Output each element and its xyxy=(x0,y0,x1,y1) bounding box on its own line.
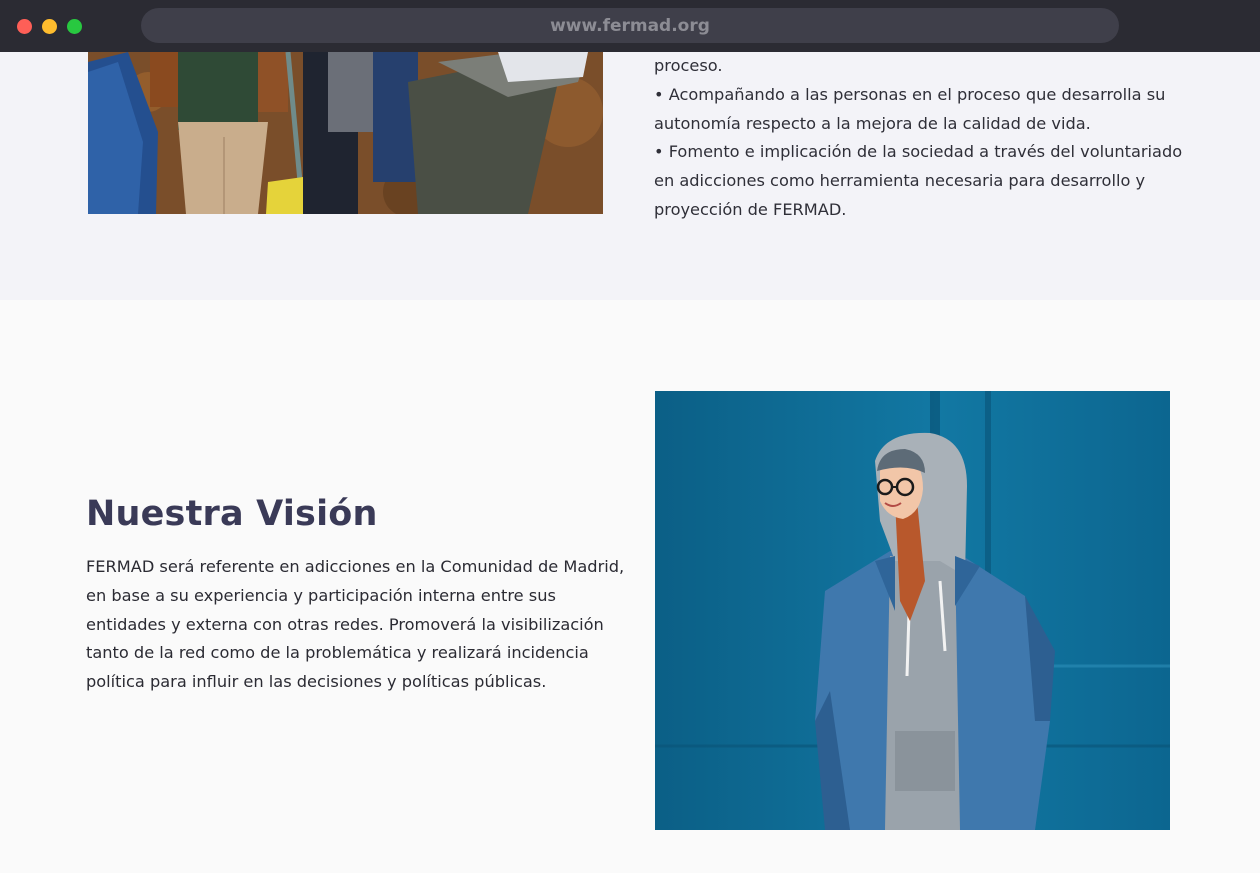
mission-text: proceso. • Acompañando a las personas en… xyxy=(654,52,1183,225)
vision-line: política para influir en las decisiones … xyxy=(86,672,547,692)
vision-line: en base a su experiencia y participación… xyxy=(86,585,556,605)
vision-line: FERMAD será referente en adicciones en l… xyxy=(86,557,625,576)
vision-line: entidades y externa con otras redes. Pro… xyxy=(86,614,604,634)
maximize-window-button[interactable] xyxy=(67,19,82,34)
vision-photo xyxy=(655,391,1170,830)
address-bar[interactable]: www.fermad.org xyxy=(141,8,1119,43)
mission-line: • Fomento e implicación de la sociedad a… xyxy=(654,142,1183,162)
vision-line: tanto de la red como de la problemática … xyxy=(86,643,589,663)
address-bar-url: www.fermad.org xyxy=(550,15,710,36)
mission-line: autonomía respecto a la mejora de la cal… xyxy=(654,113,1091,133)
vision-text: FERMAD será referente en adicciones en l… xyxy=(86,553,625,697)
mission-line: • Acompañando a las personas en el proce… xyxy=(654,84,1166,104)
mission-line: proyección de FERMAD. xyxy=(654,199,847,219)
close-window-button[interactable] xyxy=(17,19,32,34)
mission-line: en adicciones como herramienta necesaria… xyxy=(654,171,1146,191)
vision-title: Nuestra Visión xyxy=(86,494,378,534)
mission-line: proceso. xyxy=(654,56,723,75)
mission-photo xyxy=(88,52,603,214)
minimize-window-button[interactable] xyxy=(42,19,57,34)
browser-chrome: www.fermad.org xyxy=(0,0,1260,52)
